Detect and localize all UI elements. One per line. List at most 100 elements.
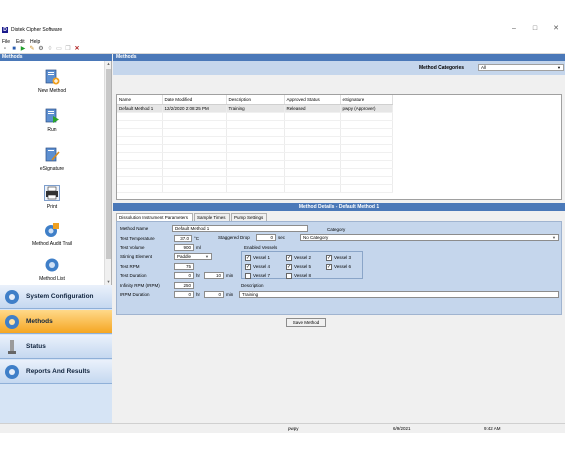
run-icon[interactable]: ▶ — [20, 46, 26, 52]
category-bar: Method Categories All ▼ — [113, 61, 565, 75]
irpm-duration-minutes-field[interactable]: 0 — [204, 291, 224, 298]
vessel-2-checkbox[interactable]: ✓ — [286, 255, 292, 261]
settings-icon[interactable]: ⚙ — [38, 46, 44, 52]
method-categories-select[interactable]: All ▼ — [478, 64, 564, 71]
column-header[interactable]: eSignature — [340, 95, 393, 105]
infinity-rpm-field[interactable]: 250 — [174, 282, 194, 289]
enabled-vessels-label: Enabled Vessels — [244, 245, 278, 250]
left-pane: Methods New Method Run eSignature Print … — [0, 54, 112, 433]
new-icon[interactable]: ▫ — [2, 46, 8, 52]
status-bar: pwpy 6/9/2021 9:42 AM — [0, 423, 565, 433]
close-button[interactable]: ✕ — [549, 24, 563, 34]
tool-run[interactable]: Run — [0, 108, 104, 133]
tool-print[interactable]: Print — [0, 185, 104, 210]
menu-bar: File Edit Help — [0, 38, 565, 45]
category-select[interactable]: No Category ▼ — [300, 234, 559, 241]
min-unit: min — [226, 292, 234, 297]
column-header[interactable]: Approved Status — [284, 95, 341, 105]
scroll-up-icon[interactable]: ▲ — [105, 61, 112, 67]
test-volume-field[interactable]: 900 — [174, 244, 194, 251]
tool-method-list[interactable]: Method List — [0, 257, 104, 282]
edit-icon[interactable]: ✎ — [29, 46, 35, 52]
nav-status[interactable]: Status — [0, 335, 112, 359]
table-header-row: Name Date Modified Description Approved … — [117, 95, 393, 105]
vessel-label: Vessel 3 — [334, 255, 352, 260]
app-logo-icon: D — [2, 27, 8, 33]
stirring-element-select[interactable]: Paddle ▼ — [174, 253, 212, 260]
vessel-6-checkbox[interactable]: ✓ — [326, 264, 332, 270]
copy-icon[interactable]: ❐ — [65, 46, 71, 52]
category-value: No Category — [303, 235, 329, 240]
method-categories-label: Method Categories — [419, 65, 465, 71]
print-icon — [44, 185, 60, 201]
nav-label: System Configuration — [26, 293, 94, 300]
save-icon[interactable]: ■ — [11, 46, 17, 52]
vessel-1-checkbox[interactable]: ✓ — [245, 255, 251, 261]
description-label: Description — [241, 283, 264, 288]
tool-label: eSignature — [39, 166, 65, 172]
vessel-7-checkbox[interactable] — [245, 273, 251, 279]
enabled-vessels-group: ✓ Vessel 1 ✓ Vessel 2 ✓ Vessel 3 ✓ Vesse… — [241, 251, 363, 279]
new-method-icon — [45, 69, 60, 85]
tab-dissolution-parameters[interactable]: Dissolution Instrument Parameters — [116, 213, 193, 221]
test-temperature-field[interactable]: 37.0 — [174, 235, 192, 242]
maximize-button[interactable]: □ — [528, 24, 542, 34]
save-method-button[interactable]: Save Method — [286, 318, 326, 327]
tool-esignature[interactable]: eSignature — [0, 147, 104, 172]
status-time: 9:42 AM — [484, 426, 501, 431]
ml-unit: ml — [196, 245, 201, 250]
vessel-label: Vessel 2 — [294, 255, 312, 260]
vessel-4-checkbox[interactable]: ✓ — [245, 264, 251, 270]
tool-list-scrollbar[interactable]: ▲ ▼ — [104, 61, 111, 285]
tool-list: New Method Run eSignature Print Method A… — [0, 61, 112, 285]
nav-system-configuration[interactable]: System Configuration — [0, 285, 112, 309]
delete-icon[interactable]: ✕ — [74, 46, 80, 52]
vessel-label: Vessel 6 — [334, 264, 352, 269]
scroll-thumb[interactable] — [106, 69, 111, 259]
method-name-field[interactable]: Default Method 1 — [172, 225, 308, 232]
left-pane-header: Methods — [0, 54, 112, 61]
tool-label: Method List — [39, 276, 65, 282]
table-row — [117, 176, 393, 185]
nav-label: Methods — [26, 318, 53, 325]
lock-icon[interactable]: ◊ — [47, 46, 53, 52]
nav-reports-and-results[interactable]: Reports And Results — [0, 360, 112, 384]
vessel-3-checkbox[interactable]: ✓ — [326, 255, 332, 261]
table-row — [117, 128, 393, 137]
status-date: 6/9/2021 — [393, 426, 411, 431]
celsius-unit: °C — [194, 236, 200, 241]
methods-icon — [5, 315, 19, 329]
column-header[interactable]: Description — [226, 95, 285, 105]
stirring-element-value: Paddle — [177, 254, 192, 259]
min-unit: min — [226, 273, 234, 278]
vessel-5-checkbox[interactable]: ✓ — [286, 264, 292, 270]
tool-label: Method Audit Trail — [31, 241, 73, 247]
tool-method-audit-trail[interactable]: Method Audit Trail — [0, 222, 104, 247]
tab-pump-settings[interactable]: Pump Settings — [231, 213, 267, 221]
test-duration-hours-field[interactable]: 0 — [174, 272, 194, 279]
table-cell: Released — [284, 104, 341, 113]
chevron-down-icon: ▼ — [552, 235, 556, 240]
staggered-drop-label: Staggered Drop — [218, 235, 250, 240]
test-duration-minutes-field[interactable]: 10 — [204, 272, 224, 279]
print-icon[interactable]: ▭ — [56, 46, 62, 52]
column-header[interactable]: Date Modified — [162, 95, 227, 105]
vessel-label: Vessel 5 — [294, 264, 312, 269]
column-header[interactable]: Name — [117, 95, 163, 105]
table-cell: Default Method 1 — [117, 104, 163, 113]
toolbar: ▫ ■ ▶ ✎ ⚙ ◊ ▭ ❐ ✕ — [0, 45, 565, 54]
nav-methods[interactable]: Methods — [0, 310, 112, 334]
tool-new-method[interactable]: New Method — [0, 69, 104, 94]
details-form: Method Name Default Method 1 Category Te… — [116, 221, 562, 315]
staggered-drop-field[interactable]: 0 — [256, 234, 276, 241]
table-row — [117, 144, 393, 153]
table-cell: 12/2/2020 2:08:25 PM — [162, 104, 227, 113]
irpm-duration-hours-field[interactable]: 0 — [174, 291, 194, 298]
test-rpm-field[interactable]: 75 — [174, 263, 194, 270]
vessel-label: Vessel 7 — [253, 273, 271, 278]
description-field[interactable]: Training — [239, 291, 559, 298]
minimize-button[interactable]: – — [507, 24, 521, 34]
vessel-8-checkbox[interactable] — [286, 273, 292, 279]
table-row[interactable]: Default Method 1 12/2/2020 2:08:25 PM Tr… — [117, 104, 393, 113]
tab-sample-times[interactable]: Sample Times — [194, 213, 230, 221]
